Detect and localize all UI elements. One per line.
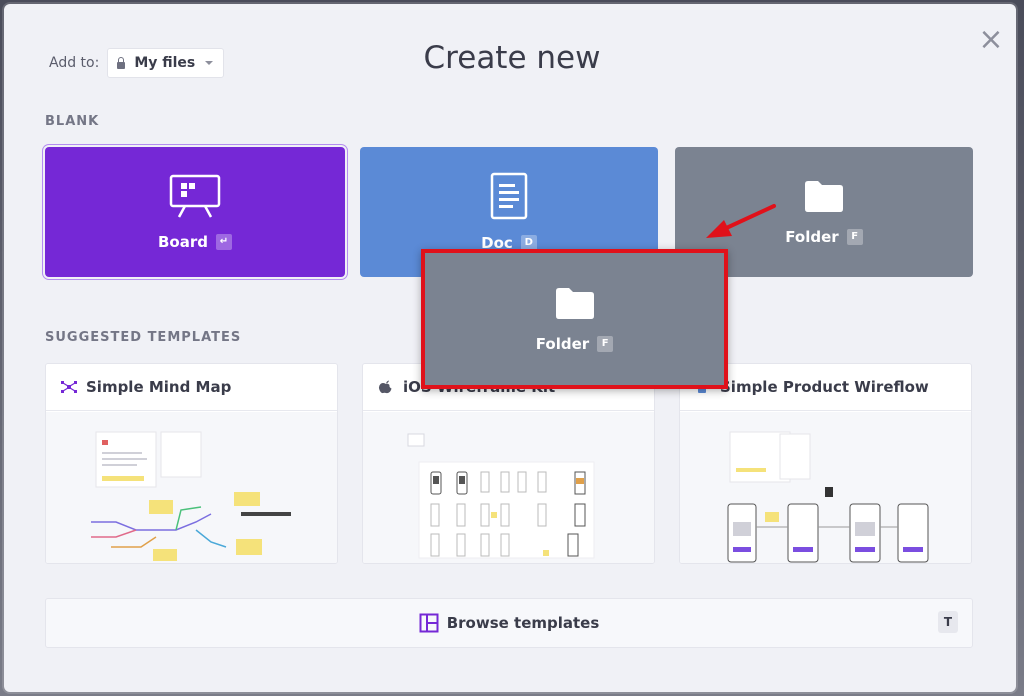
wireflow-preview-image (727, 431, 929, 563)
template-title: Simple Mind Map (86, 378, 232, 396)
board-tile-label: Board ↵ (158, 233, 232, 251)
folder-tile-label: Folder F (785, 228, 863, 246)
folder-shortcut: F (846, 229, 863, 245)
page-title: Create new (423, 40, 601, 76)
ios-wireframe-preview-image (407, 433, 595, 559)
folder-icon (555, 288, 594, 319)
mind-map-preview-image (91, 431, 291, 561)
browse-templates-label: Browse templates (446, 614, 600, 632)
templates-section-label: SUGGESTED TEMPLATES (45, 330, 242, 345)
template-card-mind-map[interactable]: Simple Mind Map (45, 363, 338, 564)
template-preview (680, 412, 971, 563)
template-title: Simple Product Wireflow (720, 378, 929, 396)
template-preview (46, 412, 337, 563)
template-card-product-wireflow[interactable]: Simple Product Wireflow (679, 363, 972, 564)
template-card-ios-wireframe[interactable]: iOS Wireframe Kit (362, 363, 655, 564)
whiteboard-icon (169, 174, 221, 218)
red-arrow-annotation (706, 204, 776, 238)
board-tile[interactable]: Board ↵ (45, 147, 345, 277)
template-card-header: Simple Mind Map (46, 364, 337, 411)
apple-icon (378, 380, 392, 394)
folder-drag-shortcut: F (597, 336, 614, 352)
document-icon (490, 172, 528, 220)
blank-section-label: BLANK (45, 114, 100, 129)
board-shortcut: ↵ (216, 234, 232, 250)
browse-templates-button[interactable]: Browse templates (45, 598, 973, 648)
folder-label: Folder (785, 228, 839, 246)
template-preview (363, 412, 654, 563)
templates-icon (419, 613, 439, 633)
folder-icon (805, 181, 843, 212)
board-label: Board (158, 233, 208, 251)
folder-drag-ghost-label: Folder F (535, 335, 614, 353)
mind-map-icon (61, 381, 77, 393)
folder-drag-label: Folder (535, 335, 590, 353)
browse-templates-shortcut: T (938, 611, 958, 633)
folder-drag-ghost[interactable]: Folder F (421, 249, 728, 389)
